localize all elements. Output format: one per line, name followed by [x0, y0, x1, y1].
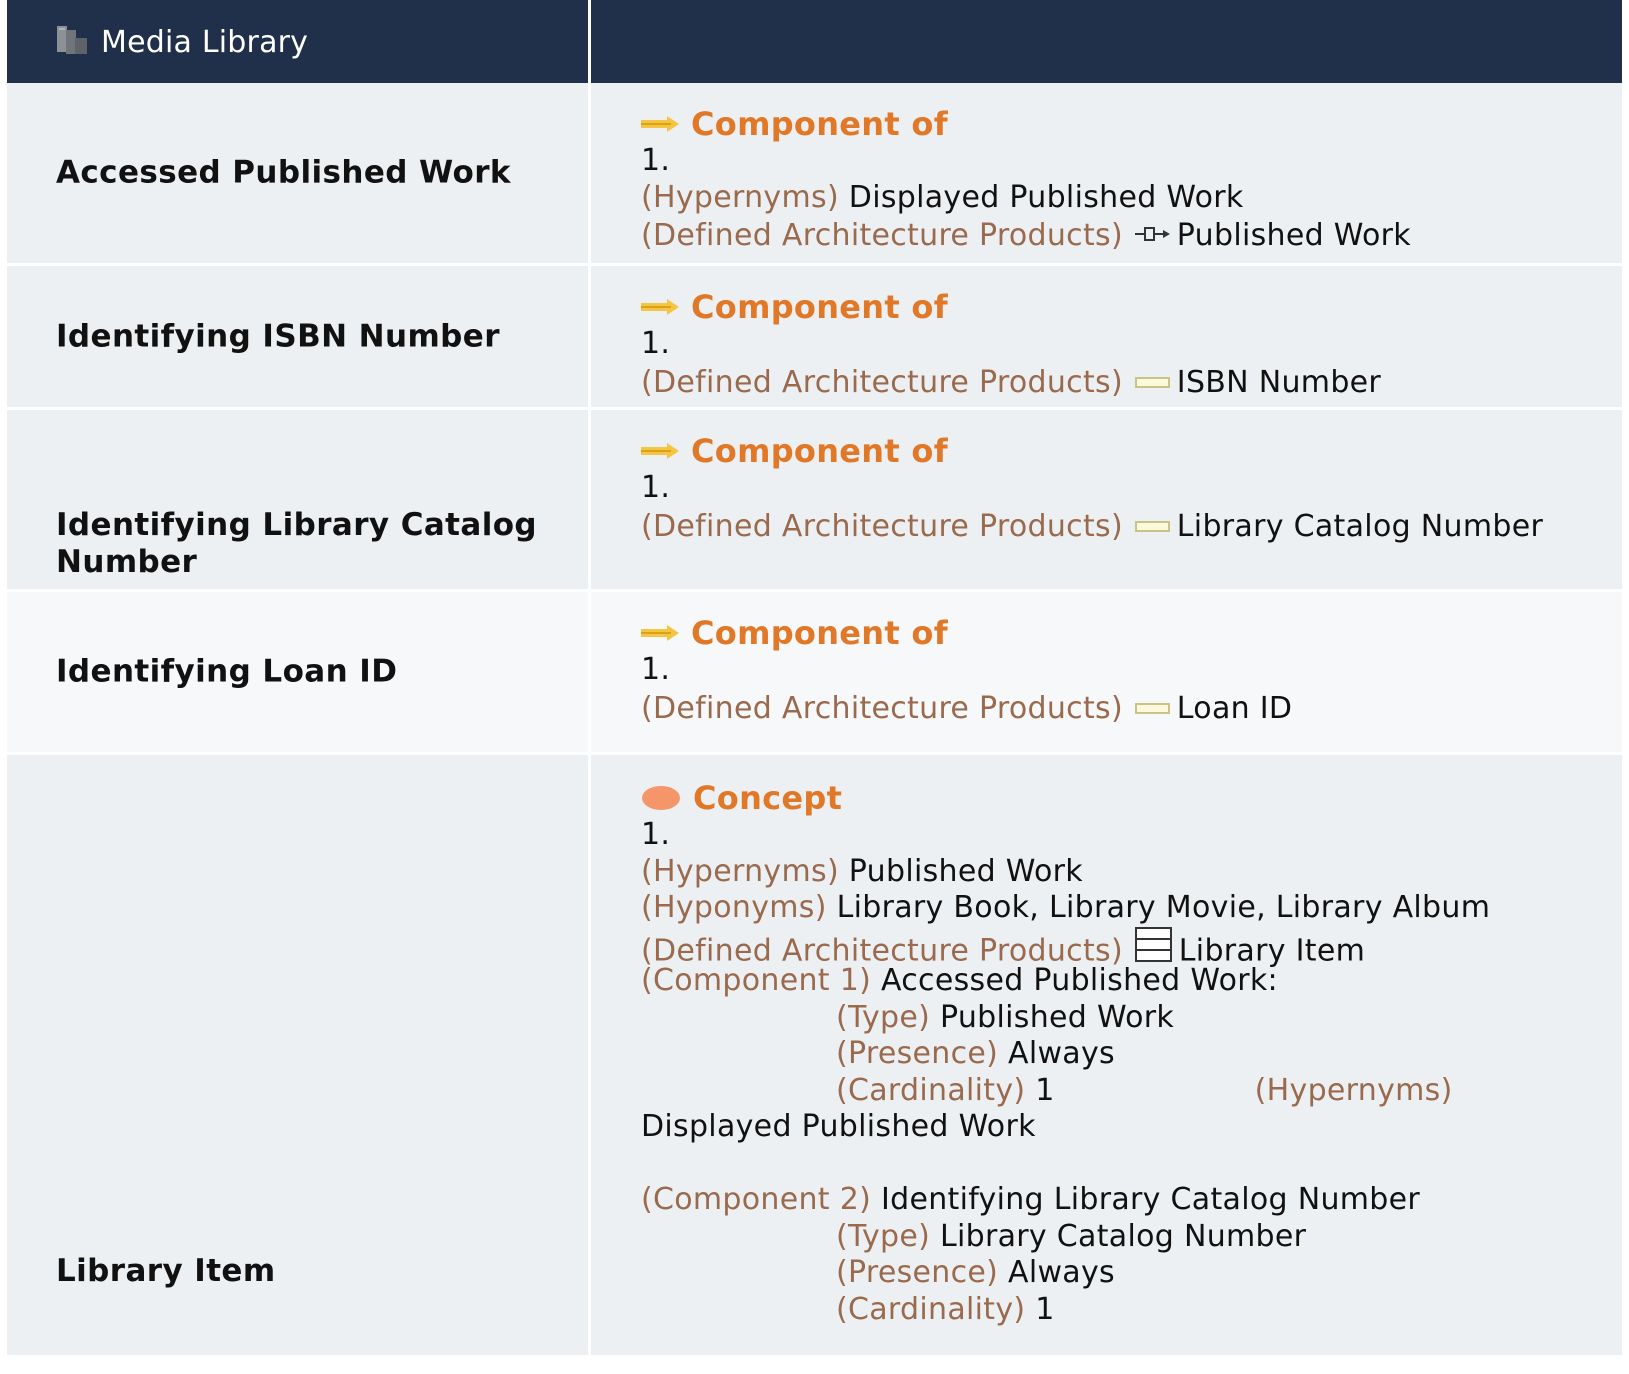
dap-label: (Defined Architecture Products): [641, 508, 1123, 544]
media-library-table: Media Library Accessed Published Work Co…: [7, 0, 1622, 1355]
term-cell: Accessed Published Work: [7, 83, 591, 263]
term-name[interactable]: Library Item: [56, 1253, 556, 1290]
cardinality-value: 1: [1035, 1291, 1055, 1327]
component-arrow-icon: [641, 441, 679, 461]
entry-number: 1.: [641, 326, 671, 361]
cardinality-label: (Cardinality): [836, 1072, 1026, 1108]
entry-number: 1.: [641, 817, 671, 852]
component-arrow-icon: [641, 297, 679, 317]
hyponyms-label: (Hyponyms): [641, 890, 827, 925]
definition-cell: Component of 1. (Defined Architecture Pr…: [591, 410, 1622, 589]
data-element-icon: [1134, 363, 1171, 400]
table-row: Identifying Library Catalog Number Compo…: [7, 410, 1622, 592]
dap-label: (Defined Architecture Products): [641, 364, 1123, 400]
term-cell: Library Item: [7, 755, 591, 1355]
hypernyms-value[interactable]: Displayed Published Work: [641, 1109, 1036, 1144]
table-header: Media Library: [7, 0, 1622, 83]
term-name[interactable]: Accessed Published Work: [56, 155, 556, 192]
presence-value: Always: [1008, 1036, 1115, 1071]
term-name[interactable]: Identifying Library Catalog Number: [56, 507, 556, 581]
table-row: Accessed Published Work Component of 1. …: [7, 83, 1622, 266]
component-arrow-icon: [641, 623, 679, 643]
definition-cell: Component of 1. (Defined Architecture Pr…: [591, 266, 1622, 407]
hypernyms-label: (Hypernyms): [641, 179, 839, 215]
kind-heading: Component of: [641, 614, 1292, 652]
presence-value: Always: [1008, 1255, 1115, 1290]
definition-cell: Concept 1. (Hypernyms) Published Work (H…: [591, 755, 1622, 1355]
cardinality-value: 1: [1035, 1072, 1055, 1108]
type-label: (Type): [836, 999, 931, 1035]
term-cell: Identifying Loan ID: [7, 592, 591, 752]
cardinality-label: (Cardinality): [836, 1291, 1026, 1327]
type-label: (Type): [836, 1218, 931, 1254]
concept-icon: [641, 785, 681, 811]
table-row: Identifying ISBN Number Component of 1. …: [7, 266, 1622, 410]
definition-cell: Component of 1. (Defined Architecture Pr…: [591, 592, 1622, 752]
page-title: Media Library: [101, 24, 309, 60]
dap-value[interactable]: Library Catalog Number: [1177, 508, 1543, 543]
kind-heading: Component of: [641, 288, 1381, 326]
component-name[interactable]: Accessed Published Work:: [881, 963, 1278, 998]
term-name[interactable]: Identifying Loan ID: [56, 654, 556, 691]
kind-heading: Component of: [641, 432, 1543, 470]
definition-cell: Component of 1. (Hypernyms) Displayed Pu…: [591, 83, 1622, 263]
dap-value[interactable]: ISBN Number: [1177, 364, 1381, 399]
presence-label: (Presence): [836, 1036, 999, 1071]
dap-value[interactable]: Published Work: [1177, 218, 1411, 253]
type-value[interactable]: Published Work: [940, 1000, 1174, 1035]
header-left-cell: Media Library: [7, 0, 591, 83]
data-element-icon: [1134, 507, 1171, 544]
books-icon: [55, 22, 91, 62]
table-row: Identifying Loan ID Component of 1. (Def…: [7, 592, 1622, 755]
interface-icon: [1134, 216, 1171, 253]
entry-number: 1.: [641, 652, 671, 687]
hypernyms-label: (Hypernyms): [641, 853, 839, 889]
dap-label: (Defined Architecture Products): [641, 690, 1123, 726]
entry-number: 1.: [641, 470, 671, 505]
dap-label: (Defined Architecture Products): [641, 217, 1123, 253]
component-arrow-icon: [641, 114, 679, 134]
kind-heading: Component of: [641, 105, 1411, 143]
dap-value[interactable]: Loan ID: [1177, 690, 1293, 725]
component-label: (Component 2): [641, 1182, 872, 1217]
hypernyms-label: (Hypernyms): [1254, 1072, 1453, 1108]
kind-heading: Concept: [641, 779, 1490, 817]
hypernyms-value[interactable]: Displayed Published Work: [849, 180, 1244, 215]
data-element-icon: [1134, 689, 1171, 726]
term-name[interactable]: Identifying ISBN Number: [56, 318, 556, 355]
type-value[interactable]: Library Catalog Number: [940, 1219, 1306, 1254]
hypernyms-value[interactable]: Published Work: [849, 854, 1083, 889]
presence-label: (Presence): [836, 1255, 999, 1290]
term-cell: Identifying ISBN Number: [7, 266, 591, 407]
header-right-cell: [591, 0, 1622, 83]
term-cell: Identifying Library Catalog Number: [7, 410, 591, 589]
entry-number: 1.: [641, 143, 671, 178]
table-row: Library Item Concept 1. (Hypernyms) Publ…: [7, 755, 1622, 1355]
component-label: (Component 1): [641, 963, 872, 998]
component-name[interactable]: Identifying Library Catalog Number: [881, 1182, 1420, 1217]
hyponyms-value[interactable]: Library Book, Library Movie, Library Alb…: [837, 890, 1491, 925]
